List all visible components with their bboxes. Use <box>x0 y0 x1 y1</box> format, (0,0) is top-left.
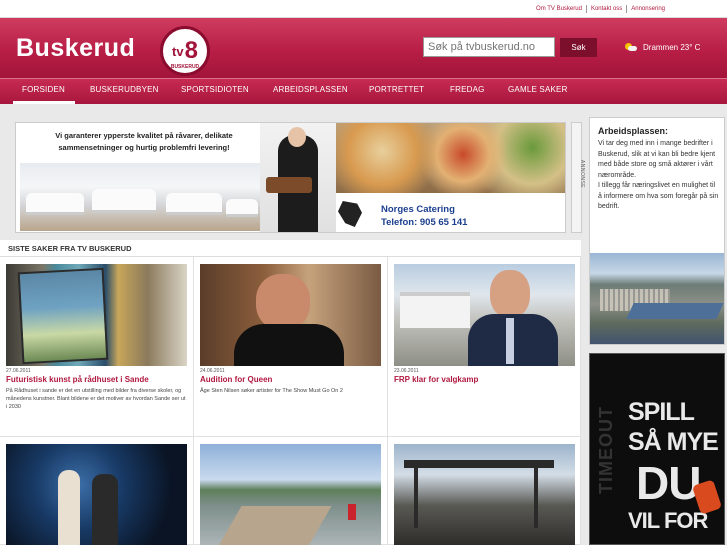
story-thumbnail[interactable] <box>6 444 187 545</box>
story-thumbnail[interactable] <box>6 264 187 366</box>
site-logo[interactable]: Buskerud <box>16 34 135 63</box>
promo-text-paragraph-1: Vi tar deg med inn i mange bedrifter i B… <box>598 140 716 179</box>
ad-line-4: VIL FOR <box>628 508 708 533</box>
story-date: 27.06.2011 <box>6 368 31 374</box>
story-excerpt: Åge Sten Nilsen søker artister for The S… <box>200 388 343 394</box>
search-input[interactable] <box>423 37 555 57</box>
ad-waiter-photo <box>260 123 336 232</box>
story-excerpt: På Rådhuset i sande er det en utstilling… <box>6 388 186 410</box>
weather-widget: Drammen 23° C <box>625 43 700 52</box>
story-card[interactable]: 27.06.2011 Futuristisk kunst på rådhuset… <box>0 257 194 437</box>
nav-forsiden[interactable]: FORSIDEN <box>22 85 65 94</box>
ad-phone: Telefon: 905 65 141 <box>381 217 468 228</box>
story-title[interactable]: FRP klar for valgkamp <box>394 375 478 384</box>
story-card[interactable] <box>388 437 581 545</box>
tv8-logo-tv: tv <box>172 43 184 59</box>
story-date: 23.06.2011 <box>394 368 419 374</box>
nav-sportsidioten[interactable]: SPORTSIDIOTEN <box>181 85 249 94</box>
nav-fredag[interactable]: FREDAG <box>450 85 485 94</box>
main-nav: FORSIDEN BUSKERUDBYEN SPORTSIDIOTEN ARBE… <box>0 78 727 104</box>
ad-line-2: SÅ MYE <box>628 428 719 456</box>
tv8-logo[interactable]: tv 8 BUSKERUD <box>160 26 210 76</box>
catering-ad-banner[interactable]: Vi garanterer ypperste kvalitet på råvar… <box>15 122 566 233</box>
story-thumbnail[interactable] <box>200 264 381 366</box>
nav-arbeidsplassen[interactable]: ARBEIDSPLASSEN <box>273 85 348 94</box>
ad-label: ANNONSE <box>571 122 586 233</box>
link-advertising[interactable]: Annonsering <box>627 5 669 13</box>
ad-buffet-photo <box>336 123 565 193</box>
ad-logo-icon <box>338 201 362 227</box>
ad-banquet-photo <box>20 163 260 231</box>
tv8-logo-eight: 8 <box>184 37 198 64</box>
story-card[interactable] <box>0 437 194 545</box>
search-button[interactable]: Søk <box>560 38 597 57</box>
timeout-ad[interactable]: TIMEOUT SPILL SÅ MYE DU VIL FOR <box>589 353 725 545</box>
nav-portrettet[interactable]: PORTRETTET <box>369 85 424 94</box>
story-card[interactable] <box>194 437 388 545</box>
promo-city-photo <box>590 253 724 344</box>
story-card[interactable]: 24.06.2011 Audition for Queen Åge Sten N… <box>194 257 388 437</box>
site-header: Buskerud tv 8 BUSKERUD Søk Drammen 23° C <box>0 18 727 78</box>
arbeidsplassen-promo[interactable]: Arbeidsplassen: Vi tar deg med inn i man… <box>589 117 725 345</box>
latest-stories-grid: 27.06.2011 Futuristisk kunst på rådhuset… <box>0 257 581 545</box>
nav-gamle-saker[interactable]: GAMLE SAKER <box>508 85 568 94</box>
latest-stories-title: SISTE SAKER FRA TV BUSKERUD <box>8 244 132 253</box>
partly-cloudy-icon <box>625 43 637 52</box>
tv8-logo-sub: BUSKERUD <box>170 64 200 70</box>
story-title[interactable]: Futuristisk kunst på rådhuset i Sande <box>6 375 149 384</box>
ad-label-text: ANNONSE <box>579 159 586 189</box>
ad-line-3: DU <box>636 457 701 509</box>
link-about[interactable]: Om TV Buskerud <box>532 5 587 13</box>
ad-line-1: SPILL <box>628 398 695 426</box>
promo-text-paragraph-2: I tillegg får næringslivet en mulighet t… <box>598 182 719 210</box>
weather-text: Drammen 23° C <box>643 43 701 52</box>
link-contact[interactable]: Kontakt oss <box>587 5 628 13</box>
story-date: 24.06.2011 <box>200 368 225 374</box>
ad-company-name: Norges Catering <box>381 204 455 215</box>
story-thumbnail[interactable] <box>200 444 381 545</box>
story-thumbnail[interactable] <box>394 264 575 366</box>
nav-buskerudbyen[interactable]: BUSKERUDBYEN <box>90 85 159 94</box>
top-utility-bar: Om TV Buskerud Kontakt oss Annonsering <box>0 0 727 18</box>
promo-title: Arbeidsplassen: <box>598 126 669 136</box>
top-links: Om TV Buskerud Kontakt oss Annonsering <box>532 5 669 13</box>
story-card[interactable]: 23.06.2011 FRP klar for valgkamp <box>388 257 581 437</box>
latest-stories-header: SISTE SAKER FRA TV BUSKERUD <box>0 240 581 257</box>
ad-slogan: Vi garanterer ypperste kvalitet på råvar… <box>55 131 233 152</box>
timeout-ad-brand: TIMEOUT <box>596 406 616 494</box>
story-thumbnail[interactable] <box>394 444 575 545</box>
promo-text: Vi tar deg med inn i mange bedrifter i B… <box>598 139 720 213</box>
nav-active-indicator <box>13 101 75 104</box>
story-title[interactable]: Audition for Queen <box>200 375 272 384</box>
